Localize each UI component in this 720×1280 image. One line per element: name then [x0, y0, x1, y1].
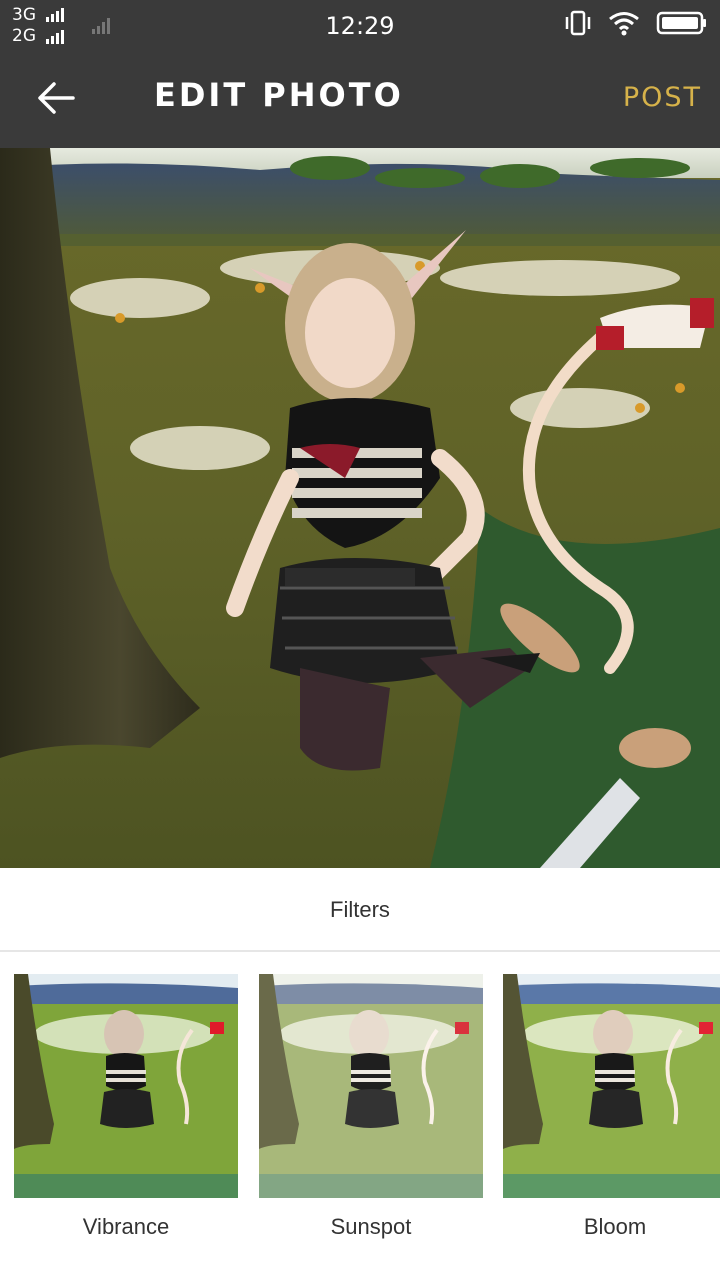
- status-bar: 3G 2G 12:29: [0, 0, 720, 48]
- filter-label-vibrance: Vibrance: [82, 1214, 170, 1239]
- filter-thumbnail-bloom[interactable]: [503, 974, 720, 1198]
- post-button[interactable]: POST: [623, 82, 702, 113]
- filter-thumbnail-sunspot[interactable]: [259, 974, 483, 1198]
- app-bar: EDIT PHOTO POST: [0, 48, 720, 148]
- page-title: EDIT PHOTO: [154, 76, 404, 114]
- vibrate-icon: [565, 10, 591, 36]
- battery-icon: [656, 11, 706, 35]
- filter-thumbnail-vibrance[interactable]: [14, 974, 238, 1198]
- filters-header: Filters: [0, 870, 720, 952]
- filter-list[interactable]: Vibrance Sunspot Bloom: [0, 952, 720, 1280]
- filter-label-bloom: Bloom: [583, 1214, 647, 1239]
- wifi-icon: [609, 12, 639, 36]
- edited-photo: [0, 148, 720, 868]
- filter-label-sunspot: Sunspot: [330, 1214, 412, 1239]
- arrow-left-icon[interactable]: [36, 80, 76, 116]
